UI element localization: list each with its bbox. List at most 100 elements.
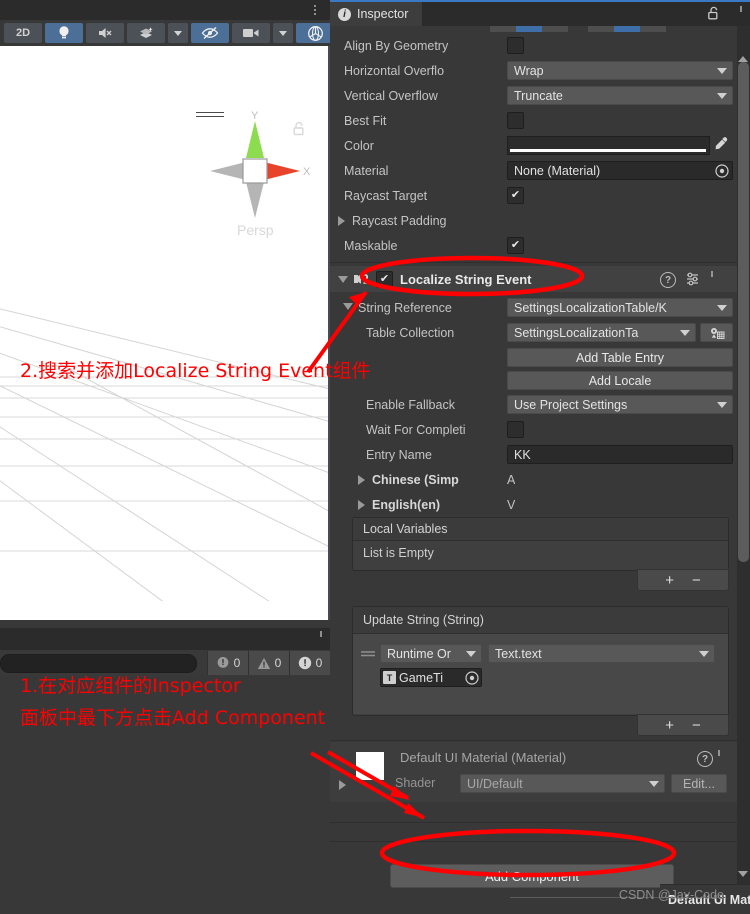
lock-open-icon[interactable] — [707, 6, 720, 24]
dropdown-string-reference[interactable]: SettingsLocalizationTable/K — [507, 298, 733, 317]
update-string-add-remove: + − — [637, 714, 729, 736]
checkbox-raycast-target[interactable] — [507, 187, 524, 204]
object-picker-icon[interactable] — [715, 164, 729, 181]
dropdown-call-mode[interactable]: Runtime Or — [380, 644, 482, 663]
gizmo-axis-y-label: Y — [251, 110, 259, 122]
dropdown-shader[interactable]: UI/Default — [460, 774, 665, 793]
checkbox-maskable[interactable] — [507, 237, 524, 254]
preset-icon[interactable] — [685, 272, 700, 289]
foldout-arrow-string-reference[interactable] — [343, 303, 353, 310]
foldout-arrow-english[interactable] — [358, 500, 365, 510]
console-log-counter[interactable]: 0 — [207, 651, 248, 675]
console-warning-counter[interactable]: 0 — [248, 651, 289, 675]
help-icon[interactable]: ? — [697, 751, 713, 767]
component-header-localize-string-event[interactable]: Localize String Event ? — [330, 266, 737, 292]
local-variables-add-remove: + − — [637, 569, 729, 591]
scroll-up-arrow[interactable] — [738, 56, 748, 62]
scene-view-gizmo[interactable]: Y X — [190, 106, 320, 236]
inspector-scrollbar-thumb[interactable] — [738, 62, 749, 562]
align-center-button[interactable] — [516, 26, 542, 32]
label-entry-name: Entry Name — [366, 447, 432, 462]
inspector-scrollbar-track[interactable] — [737, 26, 750, 888]
dropdown-table-collection[interactable]: SettingsLocalizationTa — [507, 323, 696, 342]
scene-tab-bar — [0, 0, 330, 20]
dropdown-vertical-overflow[interactable]: Truncate — [507, 86, 733, 105]
foldout-arrow-raycast-padding[interactable] — [338, 216, 345, 226]
dropdown-table-collection-value: SettingsLocalizationTa — [514, 325, 639, 340]
dropdown-enable-fallback-value: Use Project Settings — [514, 397, 628, 412]
update-string-remove-button[interactable]: − — [692, 717, 701, 734]
checkbox-component-enabled[interactable] — [376, 271, 393, 288]
watermark: CSDN @Jay-Code — [618, 888, 724, 902]
align-middle-button[interactable] — [614, 26, 640, 32]
tab-inspector[interactable]: i Inspector — [330, 2, 423, 26]
local-variables-remove-button[interactable]: − — [692, 572, 701, 589]
dropdown-string-reference-value: SettingsLocalizationTable/K — [514, 300, 667, 315]
local-variables-list: Local Variables List is Empty — [352, 517, 729, 571]
chevron-down-icon-fx[interactable] — [168, 23, 188, 43]
add-locale-button[interactable]: Add Locale — [507, 371, 733, 390]
console-list[interactable] — [0, 676, 330, 913]
scene-view-panel: 2D Y X Persp — [0, 0, 357, 628]
foldout-arrow-material[interactable] — [339, 780, 346, 790]
align-top-button[interactable] — [588, 26, 614, 32]
label-raycast-target: Raycast Target — [344, 188, 428, 203]
inspector-panel: i Inspector Align By Geometry Horizontal… — [330, 0, 750, 914]
kebab-menu-icon[interactable] — [320, 631, 322, 637]
help-icon[interactable]: ? — [660, 272, 676, 288]
dropdown-shader-value: UI/Default — [467, 776, 523, 791]
inspector-tab-bar: i Inspector — [330, 2, 750, 26]
update-string-add-button[interactable]: + — [665, 717, 674, 734]
checkbox-wait-for-completion[interactable] — [507, 421, 524, 438]
text-alignment-toolbar[interactable] — [490, 26, 666, 32]
hidden-objects-icon[interactable] — [191, 23, 229, 43]
align-right-button[interactable] — [542, 26, 568, 32]
console-error-counter[interactable]: 0 — [289, 651, 330, 675]
align-bottom-button[interactable] — [640, 26, 666, 32]
kebab-menu-icon[interactable] — [711, 271, 713, 277]
color-field[interactable] — [507, 136, 710, 155]
table-picker-icon[interactable] — [700, 323, 733, 342]
drag-handle-icon[interactable] — [360, 648, 376, 662]
scene-viewport[interactable]: Y X Persp — [0, 46, 330, 620]
eyedropper-icon[interactable] — [713, 136, 729, 155]
camera-icon[interactable] — [232, 23, 270, 43]
object-picker-icon[interactable] — [465, 671, 479, 688]
audio-mute-icon[interactable] — [86, 23, 124, 43]
edit-shader-button[interactable]: Edit... — [671, 774, 727, 793]
info-icon: i — [338, 7, 351, 21]
local-variables-header[interactable]: Local Variables — [353, 518, 728, 541]
scroll-down-arrow[interactable] — [738, 871, 748, 877]
label-horizontal-overflow: Horizontal Overflo — [344, 63, 445, 78]
dropdown-target-function[interactable]: Text.text — [488, 644, 715, 663]
lighting-icon[interactable] — [45, 23, 83, 43]
toolbar-2d-button[interactable]: 2D — [4, 23, 42, 43]
dropdown-target-function-value: Text.text — [495, 646, 542, 661]
gizmo-persp-label[interactable]: Persp — [237, 222, 274, 238]
dropdown-horizontal-overflow[interactable]: Wrap — [507, 61, 733, 80]
checkbox-best-fit[interactable] — [507, 112, 524, 129]
fx-icon[interactable] — [127, 23, 165, 43]
object-field-target[interactable]: T GameTi — [380, 668, 482, 687]
entry-name-input[interactable]: KK — [507, 445, 733, 464]
kebab-menu-icon[interactable] — [308, 2, 322, 18]
kebab-menu-icon[interactable] — [718, 750, 720, 756]
add-component-button[interactable]: Add Component — [390, 864, 674, 888]
local-variables-add-button[interactable]: + — [665, 572, 674, 589]
foldout-arrow-localize[interactable] — [338, 276, 348, 283]
gizmo-axis-x-label: X — [303, 166, 311, 178]
checkbox-align-by-geometry[interactable] — [507, 37, 524, 54]
object-field-material[interactable]: None (Material) — [507, 161, 733, 180]
chevron-down-icon-camera[interactable] — [273, 23, 293, 43]
align-left-button[interactable] — [490, 26, 516, 32]
add-table-entry-button[interactable]: Add Table Entry — [507, 348, 733, 367]
foldout-arrow-chinese[interactable] — [358, 475, 365, 485]
gizmos-icon[interactable] — [296, 23, 334, 43]
row-maskable: Maskable — [330, 233, 737, 258]
search-input[interactable] — [0, 653, 197, 673]
row-entry-name: Entry Name KK — [330, 442, 737, 467]
row-table-collection: Table Collection SettingsLocalizationTa — [330, 320, 737, 345]
dropdown-enable-fallback[interactable]: Use Project Settings — [507, 395, 733, 414]
label-best-fit: Best Fit — [344, 113, 387, 128]
kebab-menu-icon[interactable] — [740, 6, 742, 12]
